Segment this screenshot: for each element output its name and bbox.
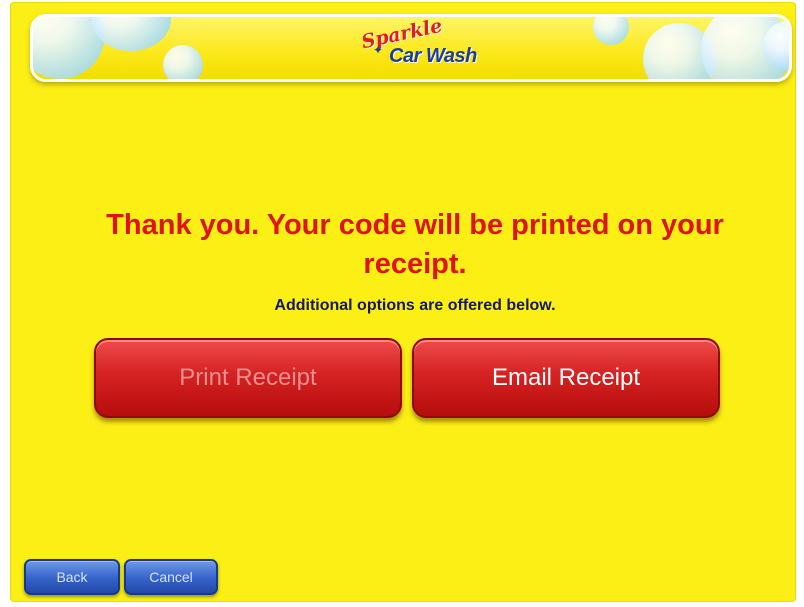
print-receipt-button[interactable]: Print Receipt: [94, 338, 402, 418]
thank-you-message: Thank you. Your code will be printed on …: [70, 206, 760, 284]
kiosk-screen: Sparkle ✦ Car Wash Thank you. Your code …: [10, 2, 796, 602]
email-receipt-button[interactable]: Email Receipt: [412, 338, 720, 418]
back-button[interactable]: Back: [24, 559, 120, 595]
cancel-label: Cancel: [149, 569, 193, 585]
thank-you-line-1: Thank you. Your code will be printed on …: [106, 209, 724, 241]
additional-options-text: Additional options are offered below.: [274, 297, 556, 314]
header-banner: Sparkle ✦ Car Wash: [30, 14, 792, 82]
email-receipt-label: Email Receipt: [491, 364, 641, 391]
sparkle-icon: ✦: [373, 43, 384, 57]
bubble-decoration: [163, 45, 203, 79]
thank-you-line-2: receipt.: [363, 248, 467, 280]
sparkle-car-wash-logo: Sparkle ✦ Car Wash: [360, 17, 481, 75]
bubble-decoration: [593, 17, 629, 45]
print-receipt-label: Print Receipt: [179, 364, 317, 391]
logo-main-text: Car Wash: [389, 45, 477, 67]
back-label: Back: [56, 569, 88, 585]
cancel-button[interactable]: Cancel: [124, 559, 218, 595]
